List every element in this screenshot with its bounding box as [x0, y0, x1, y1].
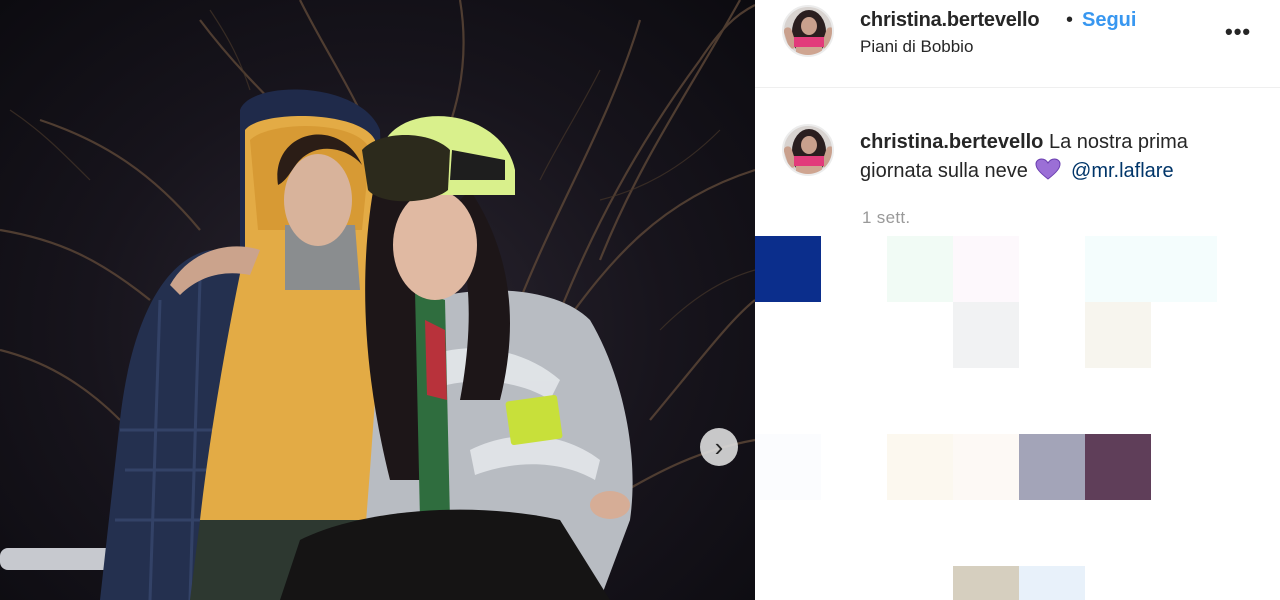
purple-heart-icon [1035, 158, 1061, 180]
railing [0, 548, 120, 570]
chevron-right-icon: › [714, 432, 724, 462]
post-side-panel: christina.bertevello • Segui Piani di Bo… [755, 0, 1280, 600]
post-timestamp[interactable]: 1 sett. [862, 208, 910, 228]
mention-link[interactable]: @mr.laflare [1071, 160, 1174, 182]
caption-username[interactable]: christina.bertevello [860, 131, 1043, 153]
placeholder-tile [1085, 236, 1151, 302]
placeholder-tile [953, 566, 1019, 600]
placeholder-tile [887, 236, 953, 302]
post-header: christina.bertevello • Segui Piani di Bo… [755, 0, 1280, 88]
caption-author-avatar[interactable] [782, 124, 834, 176]
more-options-icon[interactable]: ••• [1225, 19, 1251, 45]
placeholder-tile [1019, 434, 1085, 500]
photo-illustration [0, 0, 755, 600]
post-location[interactable]: Piani di Bobbio [860, 37, 973, 57]
placeholder-tile [755, 434, 821, 500]
placeholder-tile [1085, 302, 1151, 368]
placeholder-tile [953, 302, 1019, 368]
author-username[interactable]: christina.bertevello [860, 9, 1040, 32]
author-avatar[interactable] [782, 5, 834, 57]
placeholder-tile [953, 236, 1019, 302]
separator-dot: • [1066, 9, 1074, 31]
placeholder-tile [1151, 236, 1217, 302]
follow-button[interactable]: Segui [1082, 9, 1136, 32]
placeholder-tile [887, 434, 953, 500]
placeholder-tile [953, 434, 1019, 500]
next-photo-button[interactable]: › [700, 428, 738, 466]
post-caption: christina.bertevello La nostra prima gio… [860, 128, 1260, 186]
placeholder-tile [755, 236, 821, 302]
post-photo[interactable]: › [0, 0, 755, 600]
placeholder-tile [1019, 566, 1085, 600]
placeholder-tile [1085, 434, 1151, 500]
